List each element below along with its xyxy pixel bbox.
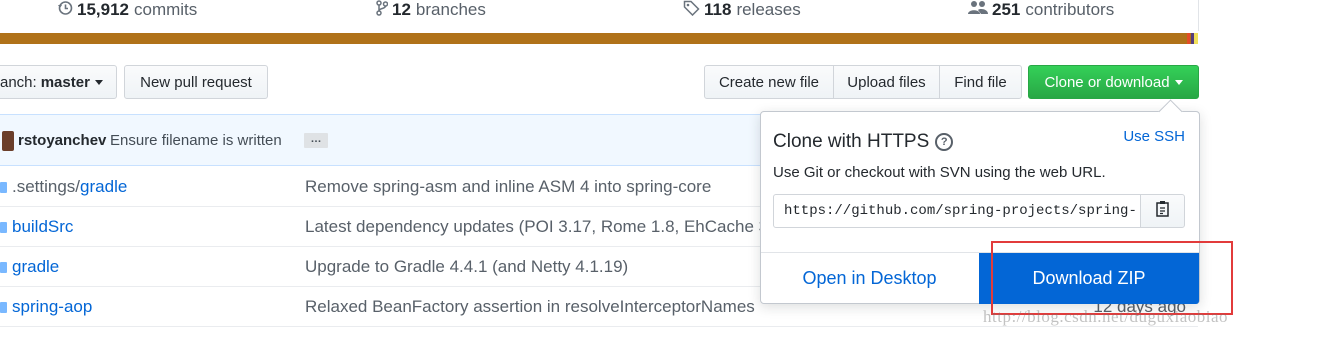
commits-link[interactable]: 15,912 commits [57, 0, 197, 20]
expand-commit-button[interactable]: … [304, 133, 328, 148]
new-pull-request-button[interactable]: New pull request [124, 65, 268, 99]
file-link[interactable]: buildSrc [12, 217, 73, 237]
use-ssh-link[interactable]: Use SSH [1123, 128, 1185, 145]
file-commit-message[interactable]: Upgrade to Gradle 4.4.1 (and Netty 4.1.1… [305, 257, 628, 277]
releases-count: 118 [704, 0, 732, 19]
chevron-down-icon [94, 79, 103, 85]
commit-message[interactable]: Ensure filename is written [110, 132, 282, 149]
commit-author[interactable]: rstoyanchev [18, 132, 106, 149]
popover-title-text: Clone with HTTPS [773, 131, 930, 152]
contributors-link[interactable]: 251 contributors [968, 0, 1114, 20]
create-new-file-button[interactable]: Create new file [704, 65, 834, 99]
file-link[interactable]: spring-aop [12, 297, 92, 317]
branch-value: master [40, 73, 90, 91]
clone-or-download-label: Clone or download [1044, 73, 1170, 91]
branches-label: branches [415, 0, 486, 19]
file-name: buildSrc [12, 217, 74, 236]
people-icon [968, 0, 988, 20]
file-actions-group: Create new file Upload files Find file [704, 65, 1022, 99]
branch-icon [376, 0, 389, 20]
clone-url-input[interactable] [774, 195, 1140, 227]
tag-icon [683, 0, 700, 20]
folder-icon [0, 302, 7, 313]
folder-icon [0, 262, 7, 273]
language-segment[interactable] [1187, 33, 1190, 44]
folder-icon [0, 182, 7, 193]
popover-description: Use Git or checkout with SVN using the w… [773, 164, 1106, 181]
highlight-box [991, 241, 1233, 315]
branches-link[interactable]: 12 branches [376, 0, 486, 20]
language-bar[interactable] [0, 33, 1198, 44]
commits-label: commits [134, 0, 198, 19]
branches-count: 12 [392, 0, 411, 19]
file-commit-message[interactable]: Relaxed BeanFactory assertion in resolve… [305, 297, 755, 317]
file-commit-message[interactable]: Remove spring-asm and inline ASM 4 into … [305, 177, 711, 197]
file-link[interactable]: .settings/gradle [12, 177, 127, 197]
contributors-count: 251 [992, 0, 1021, 19]
file-commit-message[interactable]: Latest dependency updates (POI 3.17, Rom… [305, 217, 768, 237]
upload-files-button[interactable]: Upload files [833, 65, 940, 99]
popover-arrow [1158, 99, 1183, 124]
question-icon[interactable]: ? [935, 132, 954, 151]
releases-link[interactable]: 118 releases [683, 0, 801, 20]
open-in-desktop-button[interactable]: Open in Desktop [761, 253, 978, 304]
history-icon [57, 0, 73, 20]
chevron-down-icon [1174, 79, 1183, 85]
language-segment[interactable] [1194, 33, 1198, 44]
file-link[interactable]: gradle [12, 257, 59, 277]
file-name: spring-aop [12, 297, 93, 316]
contributors-label: contributors [1025, 0, 1115, 19]
clipboard-icon [1155, 200, 1171, 223]
find-file-button[interactable]: Find file [939, 65, 1022, 99]
file-name: gradle [80, 177, 128, 196]
clone-url-field[interactable] [773, 194, 1141, 228]
repo-stats: 15,912 commits 12 branches 118 releases … [0, 0, 1199, 31]
releases-label: releases [736, 0, 801, 19]
copy-url-button[interactable] [1140, 194, 1185, 228]
file-name: gradle [12, 257, 60, 276]
avatar[interactable] [2, 131, 14, 151]
clone-or-download-button[interactable]: Clone or download [1028, 65, 1199, 99]
branch-select-button[interactable]: ranch: master [0, 65, 117, 99]
popover-title: Clone with HTTPS? [773, 131, 954, 153]
file-path-prefix: .settings/ [12, 177, 81, 196]
branch-label: ranch: [0, 73, 37, 91]
commits-count: 15,912 [77, 0, 129, 19]
folder-icon [0, 222, 7, 233]
watermark: http://blog.csdn.net/duguxiaobiao [983, 307, 1229, 326]
